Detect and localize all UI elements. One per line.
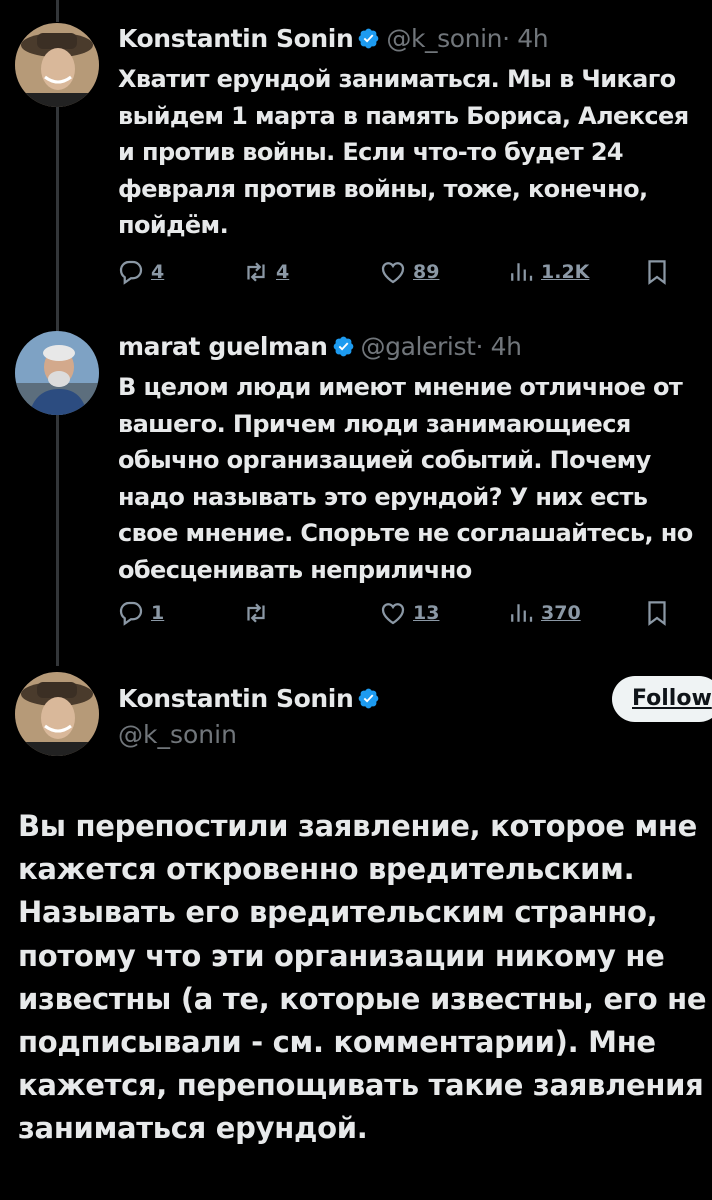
tweet-line: выйдем 1 марта в память Бориса, Алексея [118,101,689,130]
author-handle[interactable]: @galerist [361,332,476,361]
thread-line-top [56,0,59,22]
repost-count: 4 [276,261,290,283]
follow-button[interactable]: Follow [612,676,712,722]
tweet-line: и против войны. Если что-то будет 24 [118,138,624,166]
heart-icon [378,257,408,287]
views-button[interactable]: 1.2K [506,255,589,289]
tweet-text: В целом люди имеют мнение отличное от ва… [118,369,712,588]
tweet-line: обычно организацией событий. Почему [118,446,651,474]
post-line: заниматься ерундой. [18,1111,368,1146]
bookmark-button[interactable] [642,596,672,630]
tweet-line: вашего. Причем люди занимающиеся [118,409,631,438]
views-count: 1.2K [541,261,590,283]
reply-count: 1 [151,602,165,624]
repost-icon [241,598,271,628]
tweet-line: надо называть это ерундой? У них есть [118,482,648,511]
like-button[interactable]: 13 [378,596,439,630]
reply-button[interactable]: 1 [116,596,164,630]
author-name[interactable]: marat guelman [118,332,328,361]
post-line: потому что эти организации никому не [18,938,665,973]
post-line: Называть его вредительским странно, [18,895,658,930]
post-line: кажется, перепощивать такие заявления - [18,1068,712,1103]
author-header: Konstantin Sonin [118,682,386,716]
author-name[interactable]: Konstantin Sonin [118,684,354,713]
views-button[interactable]: 370 [506,596,581,630]
timestamp: · 4h [502,24,549,53]
repost-icon [241,257,271,287]
post-line: кажется откровенно вредительским. [18,852,635,887]
reply-icon [116,257,146,287]
tweet-header: marat guelman @galerist· 4h [118,330,522,364]
like-count: 89 [413,261,440,283]
verified-badge-icon [357,687,380,710]
repost-button[interactable] [241,596,276,630]
views-icon [506,257,536,287]
views-count: 370 [541,602,581,624]
thread-line-1 [56,106,59,332]
like-count: 13 [413,602,440,624]
profile-photo-icon [15,672,99,756]
like-button[interactable]: 89 [378,255,439,289]
post-line: подписывали - см. комментарии). Мне [18,1025,656,1060]
views-icon [506,598,536,628]
tweet-line: Хватит ерундой заниматься. Мы в Чикаго [118,65,676,93]
tweet-actions: 1 13 370 [116,596,676,630]
tweet-line: февраля против войны, тоже, конечно, [118,174,648,203]
post-line: Вы перепостили заявление, которое мне [18,809,698,843]
repost-button[interactable]: 4 [241,255,289,289]
author-handle[interactable]: @k_sonin [118,718,237,752]
tweet-header: Konstantin Sonin @k_sonin· 4h [118,22,549,56]
avatar[interactable] [15,672,99,756]
verified-badge-icon [357,27,380,50]
reply-icon [116,598,146,628]
avatar[interactable] [15,331,99,415]
timestamp: · 4h [475,332,522,361]
tweet-line: пойдём. [118,211,229,239]
tweet-line: обесценивать неприлично [118,555,472,584]
post-line: известны (а те, которые известны, его не [18,981,707,1016]
author-name[interactable]: Konstantin Sonin [118,24,354,53]
tweet-actions: 4 4 89 1.2K [116,255,676,289]
author-handle[interactable]: @k_sonin [386,24,502,53]
tweet-line: свое мнение. Спорьте не соглашайтесь, но [118,519,693,547]
profile-photo-icon [15,331,99,415]
tweet-line: В целом люди имеют мнение отличное от [118,373,683,401]
post-text: Вы перепостили заявление, которое мне ка… [18,805,712,1151]
thread-line-2 [56,414,59,666]
reply-button[interactable]: 4 [116,255,164,289]
bookmark-icon [642,257,672,287]
profile-photo-icon [15,23,99,107]
heart-icon [378,598,408,628]
reply-count: 4 [151,261,165,283]
bookmark-icon [642,598,672,628]
tweet-text: Хватит ерундой заниматься. Мы в Чикаго в… [118,61,712,244]
avatar[interactable] [15,23,99,107]
verified-badge-icon [332,335,355,358]
bookmark-button[interactable] [642,255,672,289]
